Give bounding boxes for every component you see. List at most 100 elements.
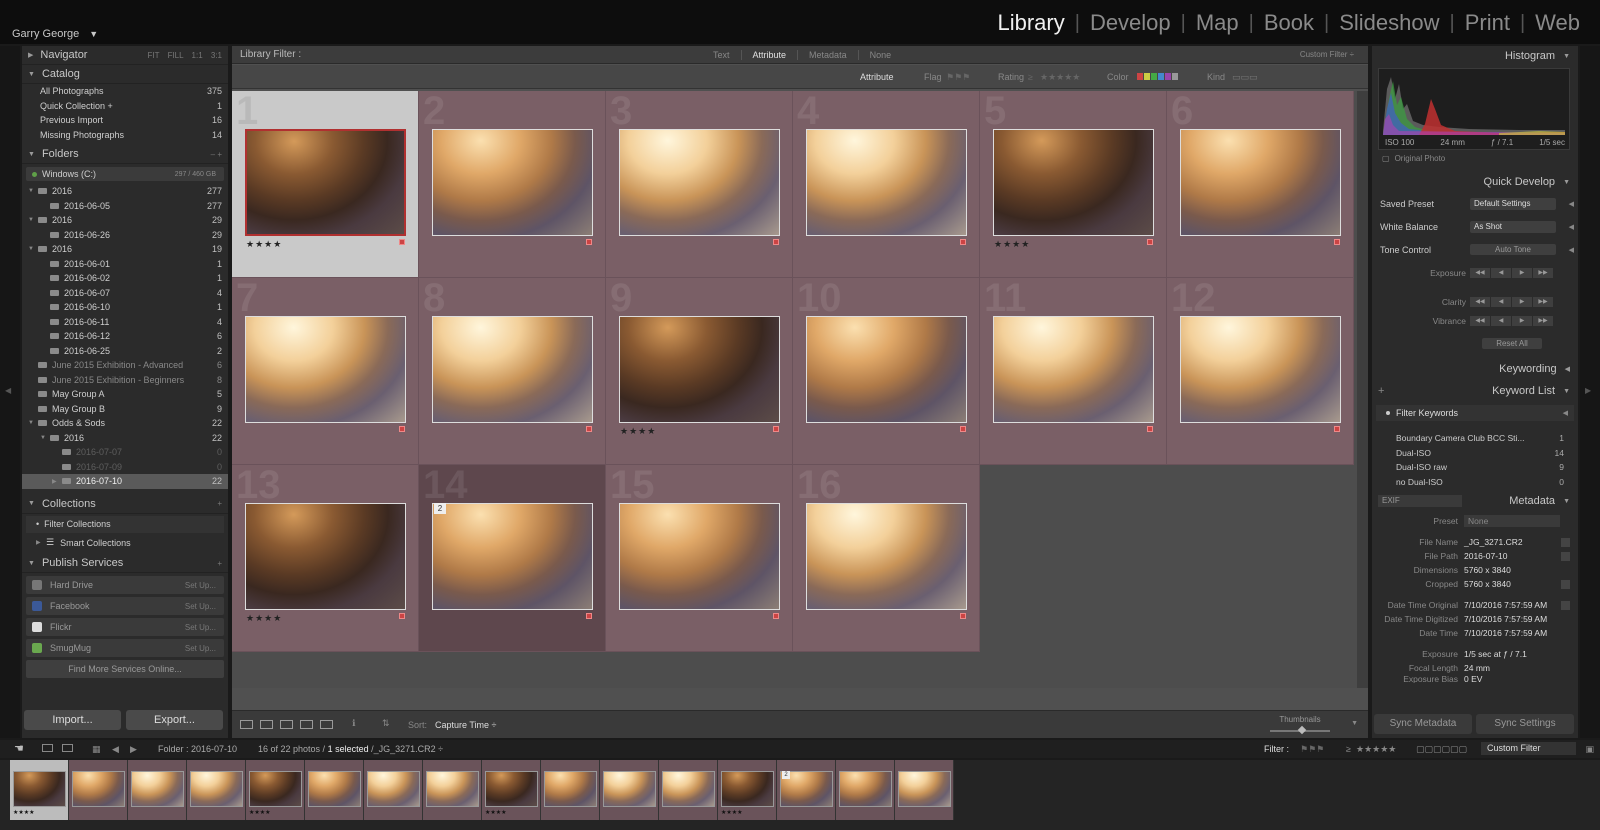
slider-knob[interactable]: [1297, 725, 1307, 735]
folder-item[interactable]: 2016-07-09 0: [22, 460, 228, 475]
hand-icon[interactable]: ☚: [14, 742, 24, 755]
module-develop[interactable]: Develop: [1080, 10, 1181, 36]
module-print[interactable]: Print: [1455, 10, 1520, 36]
rating-operator[interactable]: ≥: [1346, 744, 1351, 754]
forward-arrow-icon[interactable]: ▶: [130, 744, 137, 755]
filmstrip-image[interactable]: [898, 771, 951, 807]
catalog-item-all-photographs[interactable]: All Photographs 375: [22, 84, 228, 99]
star-rating[interactable]: ★★★★: [620, 426, 656, 437]
folder-item[interactable]: 2016-06-01 1: [22, 257, 228, 272]
field-action-icon[interactable]: [1561, 537, 1570, 547]
folder-item[interactable]: ▼ Odds & Sods 22: [22, 416, 228, 431]
filter-collections-input[interactable]: • Filter Collections: [26, 515, 224, 533]
navigator-header[interactable]: ▶ Navigator FIT FILL 1:1 3:1: [22, 46, 228, 65]
thumbnail-size-slider[interactable]: [1270, 725, 1330, 735]
filmstrip-thumb[interactable]: ★★★★: [10, 760, 69, 820]
painter-icon[interactable]: ℹ: [352, 718, 355, 729]
kind-filter-icons[interactable]: ▭▭▭: [1232, 72, 1258, 83]
left-panel-toggle[interactable]: ◀: [0, 46, 20, 738]
import-button[interactable]: Import...: [24, 710, 121, 730]
collapse-triangle-icon[interactable]: ◀: [1569, 246, 1574, 254]
grid-cell[interactable]: 8: [419, 276, 606, 465]
grid-cell[interactable]: 11: [980, 276, 1167, 465]
grid-mode-icon[interactable]: ▦: [92, 744, 101, 755]
collapsed-triangle-icon[interactable]: ◀: [1565, 365, 1570, 373]
big-increase-button[interactable]: ▶▶: [1533, 267, 1553, 278]
filmstrip-thumb[interactable]: ★★★★: [246, 760, 305, 820]
filmstrip-image[interactable]: [72, 771, 125, 807]
folder-item[interactable]: 2016-06-11 4: [22, 315, 228, 330]
sync-settings-button[interactable]: Sync Settings: [1476, 714, 1574, 734]
expanded-triangle-icon[interactable]: ▼: [1563, 498, 1570, 505]
source-folder[interactable]: Folder : 2016-07-10: [158, 744, 237, 754]
filmstrip-image[interactable]: [308, 771, 361, 807]
photo-thumbnail[interactable]: [619, 129, 780, 236]
publish-service-flickr[interactable]: Flickr Set Up...: [26, 618, 224, 636]
expanded-triangle-icon[interactable]: ▼: [40, 435, 50, 441]
photo-thumbnail[interactable]: [806, 129, 967, 236]
grid-cell[interactable]: 12: [1167, 276, 1354, 465]
grid-cell[interactable]: 15: [606, 463, 793, 652]
filmstrip-thumb[interactable]: [187, 760, 246, 820]
sort-direction-icon[interactable]: ⇅: [382, 718, 390, 729]
keyword-item[interactable]: Dual-ISO raw 9: [1372, 460, 1578, 475]
photo-thumbnail[interactable]: [432, 316, 593, 423]
photo-thumbnail[interactable]: [432, 129, 593, 236]
folder-item[interactable]: 2016-06-25 2: [22, 344, 228, 359]
filter-option-none[interactable]: None: [857, 50, 903, 60]
filmstrip-image[interactable]: [249, 771, 302, 807]
stack-badge[interactable]: 2: [782, 771, 790, 779]
big-decrease-button[interactable]: ◀◀: [1470, 296, 1490, 307]
folder-item[interactable]: 2016-06-07 4: [22, 286, 228, 301]
expanded-triangle-icon[interactable]: ▼: [28, 217, 38, 223]
expanded-triangle-icon[interactable]: ▼: [28, 420, 38, 426]
stack-badge[interactable]: 2: [434, 503, 446, 514]
increase-button[interactable]: ▶: [1512, 315, 1532, 326]
export-button[interactable]: Export...: [126, 710, 223, 730]
big-increase-button[interactable]: ▶▶: [1533, 315, 1553, 326]
grid-cell[interactable]: 7: [232, 276, 419, 465]
collapse-triangle-icon[interactable]: ◀: [1563, 409, 1568, 417]
publish-services-header[interactable]: ▼ Publish Services +: [22, 554, 228, 573]
grid-cell[interactable]: 4: [793, 89, 980, 278]
folder-item-selected[interactable]: ▶ 2016-07-10 22: [22, 474, 228, 489]
collapse-triangle-icon[interactable]: ◀: [1569, 223, 1574, 231]
filmstrip-thumb[interactable]: [128, 760, 187, 820]
increase-button[interactable]: ▶: [1512, 296, 1532, 307]
grid-cell[interactable]: 14 2: [419, 463, 606, 652]
folder-item[interactable]: June 2015 Exhibition - Advanced 6: [22, 358, 228, 373]
grid-cell[interactable]: 9 ★★★★: [606, 276, 793, 465]
rating-filter-stars[interactable]: ★★★★★: [1356, 744, 1396, 755]
filmstrip-image[interactable]: [190, 771, 243, 807]
increase-button[interactable]: ▶: [1512, 267, 1532, 278]
metadata-preset-select[interactable]: None: [1464, 515, 1560, 527]
decrease-button[interactable]: ◀: [1491, 296, 1511, 307]
filmstrip-thumb[interactable]: ★★★★: [718, 760, 777, 820]
zoom-3-1[interactable]: 3:1: [211, 51, 222, 60]
filmstrip-thumb[interactable]: [836, 760, 895, 820]
grid-cell[interactable]: 10: [793, 276, 980, 465]
filmstrip-image[interactable]: [485, 771, 538, 807]
collapse-right-icon[interactable]: ▶: [1585, 386, 1591, 395]
collapsed-triangle-icon[interactable]: ▶: [52, 478, 62, 485]
filmstrip-image[interactable]: [662, 771, 715, 807]
folders-add-remove[interactable]: – +: [211, 150, 222, 159]
rating-operator[interactable]: ≥: [1028, 72, 1033, 82]
edit-time-icon[interactable]: [1561, 600, 1570, 610]
filmstrip-thumb[interactable]: [895, 760, 954, 820]
survey-view-icon[interactable]: [300, 720, 313, 729]
folder-item[interactable]: ▼ 2016 277: [22, 184, 228, 199]
grid-scrollbar[interactable]: [1357, 91, 1368, 688]
rating-filter-stars[interactable]: ★★★★★: [1040, 72, 1080, 83]
expanded-triangle-icon[interactable]: ▼: [28, 500, 35, 507]
grid-cell[interactable]: 5 ★★★★: [980, 89, 1167, 278]
module-web[interactable]: Web: [1525, 10, 1590, 36]
add-keyword-button[interactable]: +: [1378, 385, 1384, 397]
quick-develop-header[interactable]: Quick Develop ▼: [1372, 172, 1578, 192]
filmstrip-image[interactable]: [603, 771, 656, 807]
identity-caret-icon[interactable]: ▼: [89, 29, 98, 39]
publish-service-facebook[interactable]: Facebook Set Up...: [26, 597, 224, 615]
loupe-view-icon[interactable]: [260, 720, 273, 729]
filmstrip-custom-filter-select[interactable]: Custom Filter: [1481, 742, 1576, 755]
module-library[interactable]: Library: [987, 10, 1074, 36]
